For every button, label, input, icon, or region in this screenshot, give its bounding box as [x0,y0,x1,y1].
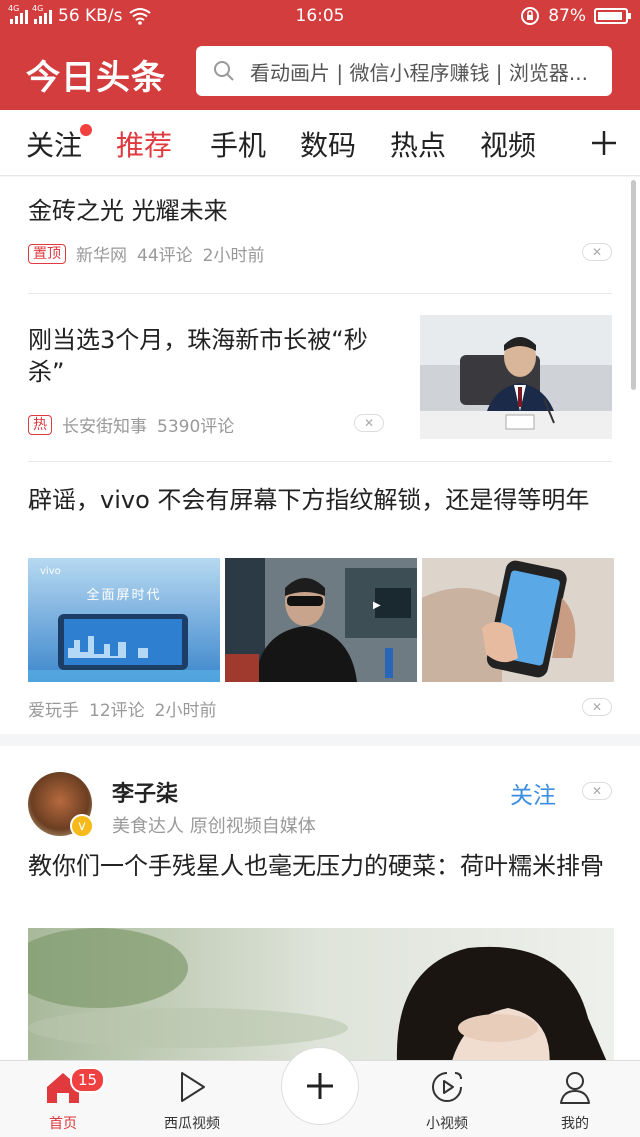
hot-tag: 热 [28,414,52,435]
status-bar: 4G 4G 56 KB/s 16:05 87% [0,0,640,34]
nav-label: 我的 [561,1116,589,1132]
plus-icon [592,131,616,155]
app-header: 今日头条 看动画片 | 微信小程序赚钱 | 浏览器... [0,34,640,110]
tab-label: 热点 [390,129,447,162]
svg-text:▶: ▶ [373,600,381,611]
item-meta: 热 长安街知事 5390评论 [28,412,234,437]
author-name[interactable]: 李子柒 [112,776,178,808]
city-skyline-graphic [28,614,220,682]
search-placeholder: 看动画片 | 微信小程序赚钱 | 浏览器... [250,60,588,85]
tab-video[interactable]: 视频 [480,124,536,164]
plus-icon [307,1073,333,1099]
nav-label: 首页 [49,1116,77,1132]
nav-label: 西瓜视频 [164,1116,220,1132]
nav-xigua-video[interactable]: 西瓜视频 [137,1069,247,1133]
item-image-3[interactable] [422,558,614,682]
play-icon [181,1072,205,1102]
scrollbar[interactable] [631,180,636,390]
item-title: 刚当选3个月，珠海新市长被“秒杀” [28,326,368,386]
feed-item-video[interactable]: v 李子柒 美食达人 原创视频自媒体 关注 ✕ 教你们一个手残星人也毫无压力的硬… [28,746,614,1060]
tab-digital[interactable]: 数码 [300,124,356,164]
feed-item[interactable]: 辟谣，vivo 不会有屏幕下方指纹解锁，还是得等明年 vivo 全面屏时代 ▶ … [28,462,614,734]
item-source[interactable]: 爱玩手 [28,696,79,721]
home-badge: 15 [70,1067,106,1093]
video-cover[interactable] [28,928,614,1060]
author-desc: 美食达人 原创视频自媒体 [112,816,316,837]
dislike-button[interactable]: ✕ [582,782,612,800]
channel-tabs: 关注 推荐 手机 数码 热点 视频 考 [0,110,640,176]
nav-home[interactable]: 15 首页 [8,1067,118,1133]
item-comments: 12评论 [89,701,145,721]
close-icon: ✕ [591,700,603,714]
unread-dot [80,124,93,136]
tab-hot[interactable]: 热点 [390,124,446,164]
item-source[interactable]: 新华网 [76,241,127,266]
feed-item[interactable]: 金砖之光 光耀未来 置顶 新华网 44评论 2小时前 ✕ [28,177,612,294]
add-channel-button[interactable] [568,110,640,175]
feed-group-1: 金砖之光 光耀未来 置顶 新华网 44评论 2小时前 ✕ 刚当选3个月，珠海新市… [0,177,640,734]
item-thumbnail[interactable] [420,315,612,439]
item-meta: 置顶 新华网 44评论 2小时前 [28,241,264,266]
dislike-button[interactable]: ✕ [582,698,612,716]
feed-item[interactable]: 刚当选3个月，珠海新市长被“秒杀” 热 长安街知事 5390评论 ✕ [28,294,612,462]
news-feed[interactable]: 金砖之光 光耀未来 置顶 新华网 44评论 2小时前 ✕ 刚当选3个月，珠海新市… [0,177,640,1060]
follow-button[interactable]: 关注 [510,776,556,810]
search-icon [214,61,234,81]
battery-percent: 87% [548,6,586,26]
item-image-1[interactable]: vivo 全面屏时代 [28,558,220,682]
dislike-button[interactable]: ✕ [354,414,384,432]
feed-group-2: v 李子柒 美食达人 原创视频自媒体 关注 ✕ 教你们一个手残星人也毫无压力的硬… [0,746,640,1060]
rotation-lock-icon [521,7,540,25]
verified-icon: v [70,814,94,838]
pinned-tag: 置顶 [28,243,66,264]
item-title: 教你们一个手残星人也毫无压力的硬菜：荷叶糯米排骨 [28,852,604,880]
short-video-icon [432,1072,462,1102]
tab-label: 手机 [210,129,267,162]
tab-label: 关注 [26,129,83,162]
section-gap [0,734,640,746]
close-icon: ✕ [591,784,603,798]
close-icon: ✕ [591,245,603,259]
dislike-button[interactable]: ✕ [582,243,612,261]
nav-me[interactable]: 我的 [520,1069,630,1133]
close-icon: ✕ [363,416,375,430]
item-time: 2小时前 [202,246,265,266]
app-logo[interactable]: 今日头条 [26,50,166,99]
tab-follow[interactable]: 关注 [26,124,93,164]
item-title: 金砖之光 光耀未来 [28,197,228,225]
user-icon [560,1072,590,1104]
item-title: 辟谣，vivo 不会有屏幕下方指纹解锁，还是得等明年 [28,486,590,514]
tab-label: 视频 [480,129,537,162]
battery-icon [594,8,631,24]
nav-short-video[interactable]: 小视频 [392,1069,502,1133]
nav-label: 小视频 [426,1116,468,1132]
search-bar[interactable]: 看动画片 | 微信小程序赚钱 | 浏览器... [196,46,612,96]
tab-recommend[interactable]: 推荐 [116,124,172,164]
item-time: 2小时前 [154,701,217,721]
item-image-row: vivo 全面屏时代 ▶ [28,558,614,682]
item-comments: 44评论 [137,246,193,266]
tab-label: 数码 [300,129,357,162]
item-image-2[interactable]: ▶ [225,558,417,682]
tab-label: 推荐 [116,129,173,162]
item-meta: 爱玩手 12评论 2小时前 [28,696,216,721]
item-comments: 5390评论 [157,417,235,437]
publish-button[interactable] [281,1047,359,1125]
tab-phone[interactable]: 手机 [210,124,266,164]
item-source[interactable]: 长安街知事 [62,412,147,437]
